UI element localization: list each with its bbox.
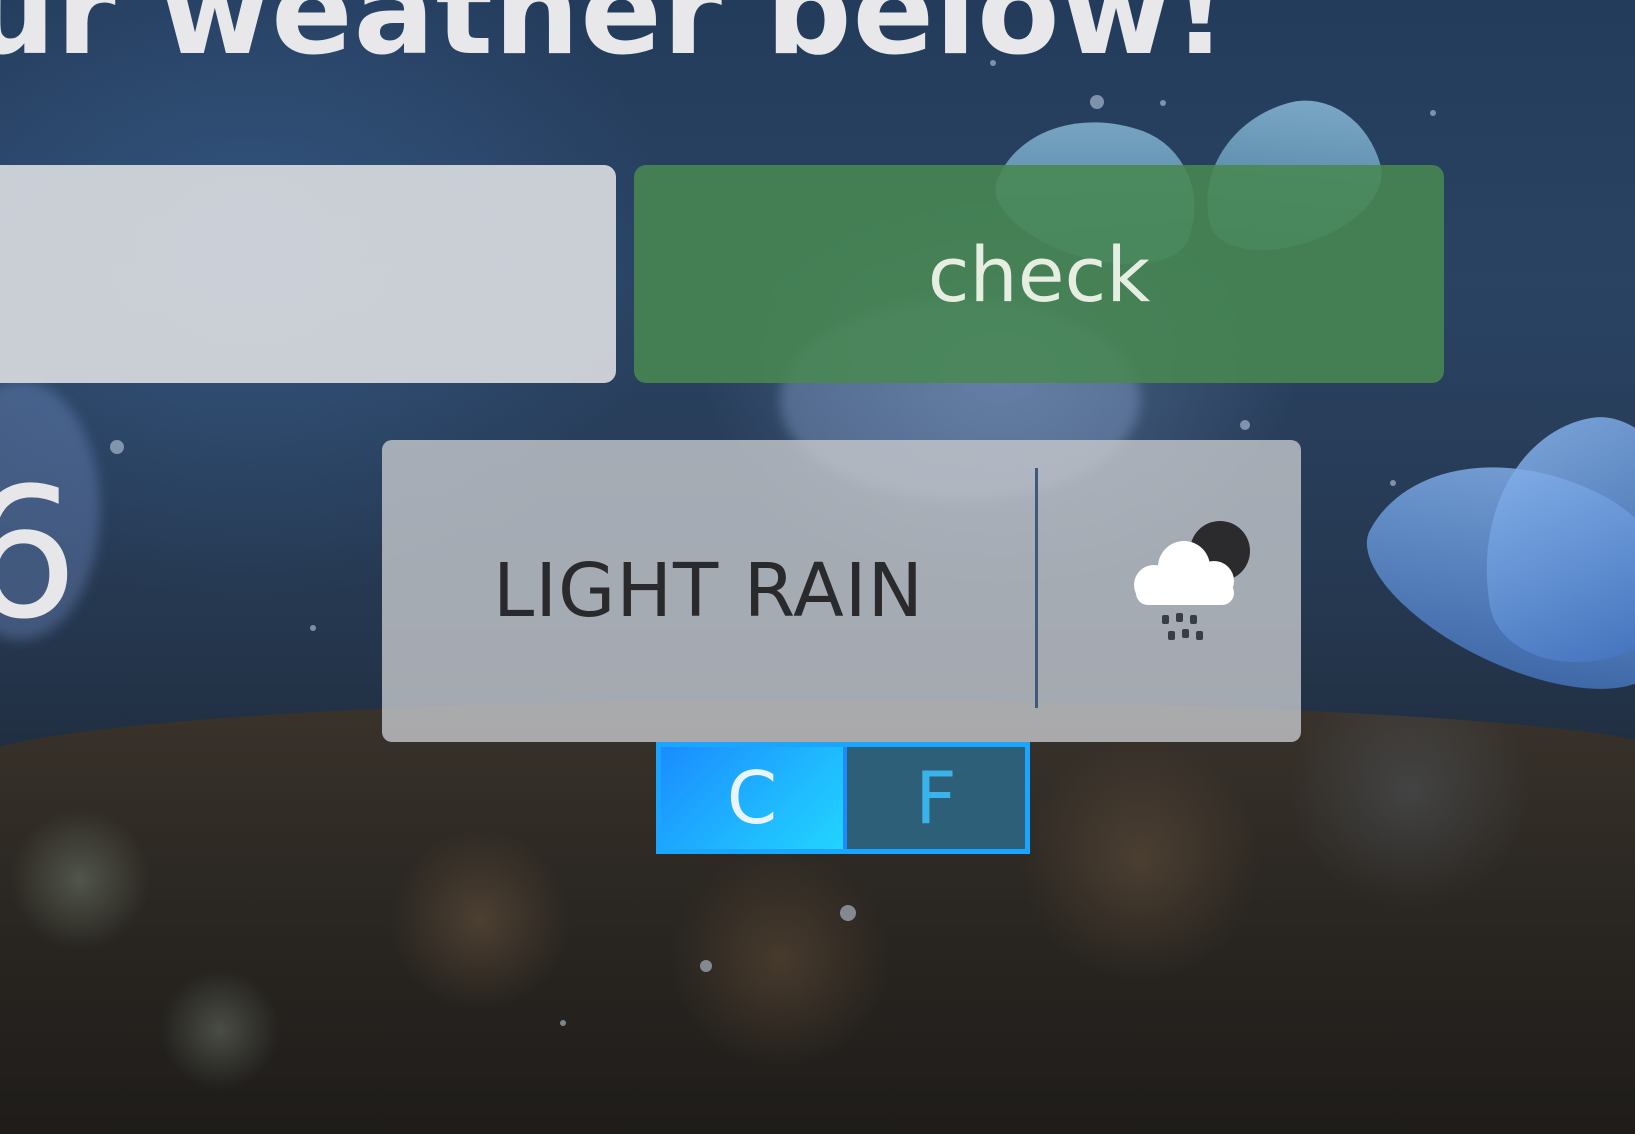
weather-description: LIGHT RAIN bbox=[493, 548, 924, 634]
particle bbox=[110, 440, 124, 454]
particle bbox=[840, 905, 856, 921]
particle bbox=[1430, 110, 1436, 116]
check-button[interactable]: check bbox=[634, 165, 1444, 383]
fahrenheit-button[interactable]: F bbox=[843, 747, 1025, 849]
city-input[interactable] bbox=[0, 165, 616, 383]
particle bbox=[700, 960, 712, 972]
card-divider bbox=[1035, 468, 1038, 708]
cloud-rain-night-icon bbox=[1134, 521, 1250, 640]
page-title: ur weather below! bbox=[0, 0, 1229, 82]
particle bbox=[560, 1020, 566, 1026]
particle bbox=[1090, 95, 1104, 109]
particle bbox=[1240, 420, 1250, 430]
weather-card: LIGHT RAIN bbox=[382, 440, 1301, 742]
celsius-button[interactable]: C bbox=[661, 747, 843, 849]
particle bbox=[1390, 480, 1396, 486]
unit-toggle: C F bbox=[656, 742, 1030, 854]
particle bbox=[1160, 100, 1166, 106]
temperature-value: 6 bbox=[0, 450, 79, 659]
particle bbox=[310, 625, 316, 631]
